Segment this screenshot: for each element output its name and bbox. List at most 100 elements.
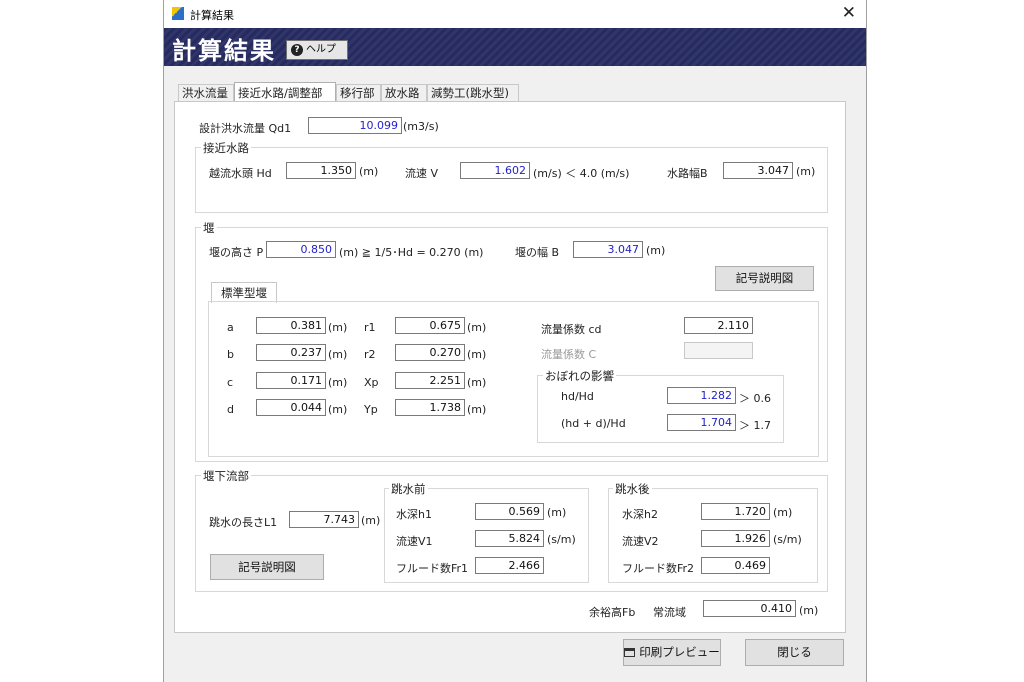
- hd-ratio-compare: ＞ 0.6: [739, 392, 771, 405]
- velocity-unit: (m/s) ＜ 4.0 (m/s): [533, 167, 630, 180]
- freeboard-field[interactable]: 0.410: [703, 600, 796, 617]
- param-c-field[interactable]: 0.171: [256, 372, 326, 389]
- weir-width-unit: (m): [646, 244, 666, 257]
- param-b-field[interactable]: 0.237: [256, 344, 326, 361]
- result-window: 計算結果 ✕ 計算結果 ? ヘルプ 洪水流量 接近水路/調整部 移行部 放水路 減…: [163, 0, 867, 682]
- velocity-v1-label: 流速V1: [396, 535, 433, 548]
- froude-fr1-label: フルード数Fr1: [396, 562, 469, 575]
- header-banner: 計算結果 ? ヘルプ: [164, 28, 866, 66]
- param-r2-unit: (m): [467, 348, 487, 361]
- tab-transition[interactable]: 移行部: [336, 84, 381, 101]
- froude-fr2-label: フルード数Fr2: [622, 562, 695, 575]
- velocity-v1-field[interactable]: 5.824: [475, 530, 544, 547]
- channel-width-label: 水路幅B: [667, 167, 708, 180]
- freeboard-label: 余裕高Fb: [589, 606, 636, 619]
- depth-h1-label: 水深h1: [396, 508, 432, 521]
- param-r1-field[interactable]: 0.675: [395, 317, 465, 334]
- design-flow-unit: (m3/s): [403, 120, 439, 133]
- param-a-field[interactable]: 0.381: [256, 317, 326, 334]
- discharge-coef-c-label: 流量係数 C: [541, 348, 597, 361]
- velocity-v1-unit: (s/m): [547, 533, 576, 546]
- app-icon: [172, 7, 184, 20]
- tab-approach-channel[interactable]: 接近水路/調整部: [234, 82, 336, 101]
- param-r1-unit: (m): [467, 321, 487, 334]
- depth-h1-unit: (m): [547, 506, 567, 519]
- print-preview-label: 印刷プレビュー: [639, 645, 720, 659]
- help-button[interactable]: ? ヘルプ: [286, 40, 348, 60]
- close-button[interactable]: 閉じる: [745, 639, 844, 666]
- help-icon: ?: [291, 44, 303, 56]
- downstream-title: 堰下流部: [201, 468, 251, 484]
- hd-unit: (m): [359, 165, 379, 178]
- discharge-coef-cd-field[interactable]: 2.110: [684, 317, 753, 334]
- title-bar: 計算結果 ✕: [164, 0, 866, 28]
- velocity-v2-label: 流速V2: [622, 535, 659, 548]
- channel-width-field[interactable]: 3.047: [723, 162, 793, 179]
- depth-h2-field[interactable]: 1.720: [701, 503, 770, 520]
- approach-channel-group: [195, 147, 828, 213]
- jump-length-label: 跳水の長さL1: [209, 516, 278, 529]
- param-c-unit: (m): [328, 376, 348, 389]
- velocity-field[interactable]: 1.602: [460, 162, 530, 179]
- printer-icon: [624, 648, 636, 657]
- hdd-ratio-label: (hd + d)/Hd: [561, 417, 626, 430]
- param-yp-label: Yp: [364, 403, 378, 416]
- weir-height-unit: (m) ≧ 1/5･Hd = 0.270 (m): [339, 246, 484, 259]
- hd-label: 越流水頭 Hd: [209, 167, 272, 180]
- param-a-label: a: [227, 321, 234, 334]
- param-d-field[interactable]: 0.044: [256, 399, 326, 416]
- param-yp-field[interactable]: 1.738: [395, 399, 465, 416]
- param-r2-label: r2: [364, 348, 376, 361]
- weir-width-field[interactable]: 3.047: [573, 241, 643, 258]
- print-preview-button[interactable]: 印刷プレビュー: [623, 639, 721, 666]
- discharge-coef-c-field: [684, 342, 753, 359]
- hdd-ratio-field[interactable]: 1.704: [667, 414, 736, 431]
- discharge-coef-cd-label: 流量係数 cd: [541, 323, 602, 336]
- channel-width-unit: (m): [796, 165, 816, 178]
- weir-title: 堰: [201, 220, 217, 236]
- weir-height-label: 堰の高さ P: [209, 246, 264, 259]
- window-title: 計算結果: [190, 9, 234, 22]
- param-r2-field[interactable]: 0.270: [395, 344, 465, 361]
- weir-width-label: 堰の幅 B: [515, 246, 560, 259]
- velocity-label: 流速 V: [405, 167, 439, 180]
- weir-height-field[interactable]: 0.850: [266, 241, 336, 258]
- velocity-v2-field[interactable]: 1.926: [701, 530, 770, 547]
- tab-flood-flow[interactable]: 洪水流量: [178, 84, 234, 101]
- depth-h2-unit: (m): [773, 506, 793, 519]
- weir-diagram-button[interactable]: 記号説明図: [715, 266, 814, 291]
- downstream-diagram-button[interactable]: 記号説明図: [210, 554, 324, 580]
- param-xp-field[interactable]: 2.251: [395, 372, 465, 389]
- help-label: ヘルプ: [306, 44, 336, 55]
- subtab-standard-weir[interactable]: 標準型堰: [211, 282, 277, 303]
- tab-spillway[interactable]: 放水路: [381, 84, 427, 101]
- after-jump-title: 跳水後: [613, 481, 652, 497]
- param-d-label: d: [227, 403, 234, 416]
- param-b-unit: (m): [328, 348, 348, 361]
- design-flow-label: 設計洪水流量 Qd1: [199, 122, 292, 135]
- param-xp-unit: (m): [467, 376, 487, 389]
- velocity-v2-unit: (s/m): [773, 533, 802, 546]
- param-c-label: c: [227, 376, 234, 389]
- param-yp-unit: (m): [467, 403, 487, 416]
- param-d-unit: (m): [328, 403, 348, 416]
- jump-length-field[interactable]: 7.743: [289, 511, 359, 528]
- jump-length-unit: (m): [361, 514, 381, 527]
- close-icon[interactable]: ✕: [842, 3, 856, 23]
- submergence-title: おぼれの影響: [543, 368, 616, 384]
- hd-field[interactable]: 1.350: [286, 162, 356, 179]
- froude-fr2-field[interactable]: 0.469: [701, 557, 770, 574]
- param-r1-label: r1: [364, 321, 376, 334]
- before-jump-title: 跳水前: [389, 481, 428, 497]
- param-xp-label: Xp: [364, 376, 379, 389]
- hd-ratio-label: hd/Hd: [561, 390, 594, 403]
- design-flow-field[interactable]: 10.099: [308, 117, 402, 134]
- depth-h1-field[interactable]: 0.569: [475, 503, 544, 520]
- tab-energy-dissipator[interactable]: 減勢工(跳水型): [427, 84, 519, 101]
- banner-title: 計算結果: [172, 37, 276, 65]
- approach-channel-title: 接近水路: [201, 140, 251, 156]
- hd-ratio-field[interactable]: 1.282: [667, 387, 736, 404]
- depth-h2-label: 水深h2: [622, 508, 658, 521]
- froude-fr1-field[interactable]: 2.466: [475, 557, 544, 574]
- param-b-label: b: [227, 348, 234, 361]
